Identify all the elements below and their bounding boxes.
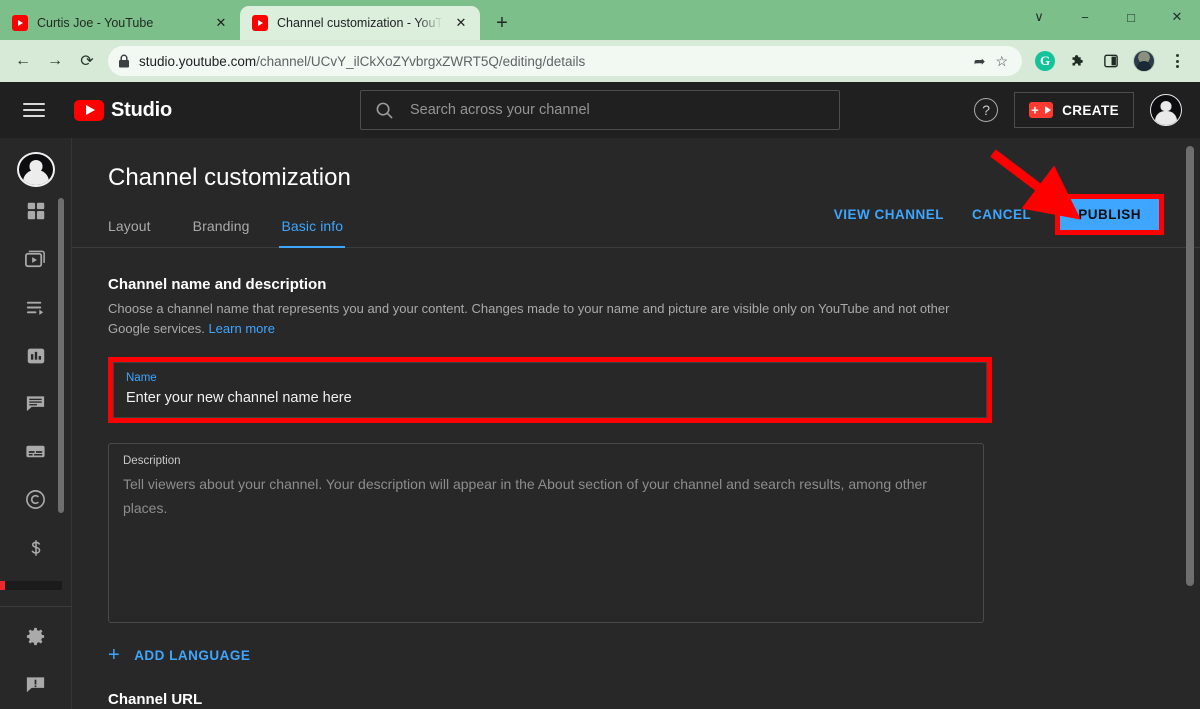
content-tabs: Layout Branding Basic info VIEW CHANNEL … xyxy=(72,194,1200,248)
url-path: /channel/UCvY_ilCkXoZYvbrgxZWRT5Q/editin… xyxy=(256,53,586,69)
gear-settings-icon xyxy=(26,628,45,646)
create-button[interactable]: CREATE xyxy=(1014,92,1134,128)
add-language-label: ADD LANGUAGE xyxy=(134,647,251,663)
learn-more-link[interactable]: Learn more xyxy=(208,321,274,336)
channel-url-section-title: Channel URL xyxy=(108,691,203,708)
tab-layout[interactable]: Layout xyxy=(108,218,177,247)
tab-basic-info[interactable]: Basic info xyxy=(265,218,359,248)
sidebar-item-settings[interactable] xyxy=(0,613,72,661)
publish-button-highlight: PUBLISH xyxy=(1055,194,1164,235)
channel-description-field[interactable]: Description Tell viewers about your chan… xyxy=(108,443,984,623)
sidebar-item-earn[interactable] xyxy=(0,524,72,572)
new-tab-button[interactable]: + xyxy=(488,9,516,37)
name-field-label: Name xyxy=(126,372,157,384)
sidebar-item-send-feedback[interactable] xyxy=(0,661,72,709)
studio-header: Studio Search across your channel ? CREA… xyxy=(0,82,1200,138)
channel-name-field[interactable]: Name Enter your new channel name here xyxy=(113,362,987,418)
back-icon[interactable]: ← xyxy=(8,46,38,76)
plus-icon: + xyxy=(108,644,121,666)
view-channel-button[interactable]: VIEW CHANNEL xyxy=(820,207,958,222)
window-controls: ∨ − □ ✕ xyxy=(1016,0,1200,34)
browser-window: Curtis Joe - YouTube ✕ Channel customiza… xyxy=(0,0,1200,709)
close-window-icon[interactable]: ✕ xyxy=(1154,0,1200,34)
search-placeholder: Search across your channel xyxy=(410,102,590,118)
channel-avatar[interactable] xyxy=(16,152,55,188)
maximize-icon[interactable]: □ xyxy=(1108,0,1154,34)
share-icon[interactable]: ➦ xyxy=(974,53,986,70)
puzzle-icon[interactable] xyxy=(1063,46,1093,76)
address-bar[interactable]: studio.youtube.com/channel/UCvY_ilCkXoZY… xyxy=(108,46,1022,76)
browser-tab-1[interactable]: Curtis Joe - YouTube ✕ xyxy=(0,6,240,40)
youtube-icon xyxy=(252,15,268,31)
description-field-placeholder: Tell viewers about your channel. Your de… xyxy=(123,476,927,516)
dashboard-grid-icon xyxy=(27,203,44,220)
subtitles-icon xyxy=(26,446,45,458)
browser-tab-strip: Curtis Joe - YouTube ✕ Channel customiza… xyxy=(0,0,1200,40)
add-language-button[interactable]: + ADD LANGUAGE xyxy=(108,645,1164,665)
publish-button[interactable]: PUBLISH xyxy=(1060,199,1159,230)
comments-icon xyxy=(26,396,45,412)
section-description: Choose a channel name that represents yo… xyxy=(108,299,958,339)
section-title: Channel name and description xyxy=(108,276,327,293)
browser-toolbar: ← → ⟳ studio.youtube.com/channel/UCvY_il… xyxy=(0,40,1200,82)
url-domain: studio.youtube.com xyxy=(139,53,257,69)
browser-tab-2[interactable]: Channel customization - YouTub ✕ xyxy=(240,6,480,40)
main-scrollbar[interactable] xyxy=(1186,146,1194,586)
studio-main-content: Channel customization Layout Branding Ba… xyxy=(72,138,1200,709)
omnibox-actions: ➦ ☆ xyxy=(974,53,1012,70)
name-field-value: Enter your new channel name here xyxy=(126,390,352,406)
upload-progress-bar xyxy=(0,581,62,590)
youtube-icon xyxy=(12,15,28,31)
dollar-monetization-icon xyxy=(31,540,40,556)
sidebar-scrollbar[interactable] xyxy=(58,198,64,513)
account-avatar[interactable] xyxy=(1150,94,1182,126)
close-icon[interactable]: ✕ xyxy=(452,14,470,32)
tab-title: Curtis Joe - YouTube xyxy=(37,16,154,30)
youtube-play-icon xyxy=(74,99,104,121)
chevron-down-icon[interactable]: ∨ xyxy=(1016,0,1062,34)
url-text: studio.youtube.com/channel/UCvY_ilCkXoZY… xyxy=(139,54,965,69)
profile-avatar[interactable] xyxy=(1129,46,1159,76)
video-content-icon xyxy=(25,250,45,268)
video-camera-plus-icon xyxy=(1029,102,1054,118)
lock-icon xyxy=(119,54,129,68)
grammarly-icon[interactable]: G xyxy=(1030,46,1060,76)
studio-header-actions: ? CREATE xyxy=(974,92,1182,128)
search-icon xyxy=(376,102,393,119)
analytics-bar-chart-icon xyxy=(27,348,44,363)
sidepanel-icon[interactable] xyxy=(1096,46,1126,76)
content-actions: VIEW CHANNEL CANCEL PUBLISH xyxy=(820,194,1164,235)
playlists-icon xyxy=(26,301,44,316)
close-icon[interactable]: ✕ xyxy=(212,14,230,32)
youtube-studio-page: Studio Search across your channel ? CREA… xyxy=(0,82,1200,709)
minimize-icon[interactable]: − xyxy=(1062,0,1108,34)
forward-icon[interactable]: → xyxy=(40,46,70,76)
studio-logo[interactable]: Studio xyxy=(74,99,172,122)
description-field-label: Description xyxy=(123,455,181,467)
studio-body: Channel customization Layout Branding Ba… xyxy=(0,138,1200,709)
studio-sidebar xyxy=(0,138,72,709)
studio-logo-text: Studio xyxy=(111,98,173,121)
three-dots-icon[interactable] xyxy=(1162,46,1192,76)
feedback-warning-icon xyxy=(26,677,45,693)
tab-branding[interactable]: Branding xyxy=(177,218,266,247)
help-question-icon[interactable]: ? xyxy=(974,98,999,122)
hamburger-menu-icon[interactable] xyxy=(18,103,52,117)
page-title: Channel customization xyxy=(108,164,351,191)
sidebar-divider xyxy=(0,605,72,607)
basic-info-panel: Channel name and description Choose a ch… xyxy=(72,248,1200,708)
name-field-highlight: Name Enter your new channel name here xyxy=(108,357,992,423)
create-button-label: CREATE xyxy=(1062,102,1119,118)
copyright-icon xyxy=(26,490,45,510)
cancel-button[interactable]: CANCEL xyxy=(958,207,1045,222)
tab-title: Channel customization - YouTub xyxy=(277,16,443,30)
star-icon[interactable]: ☆ xyxy=(995,53,1008,70)
search-input[interactable]: Search across your channel xyxy=(360,90,840,130)
reload-icon[interactable]: ⟳ xyxy=(72,46,102,76)
extension-icons: G xyxy=(1030,46,1192,76)
